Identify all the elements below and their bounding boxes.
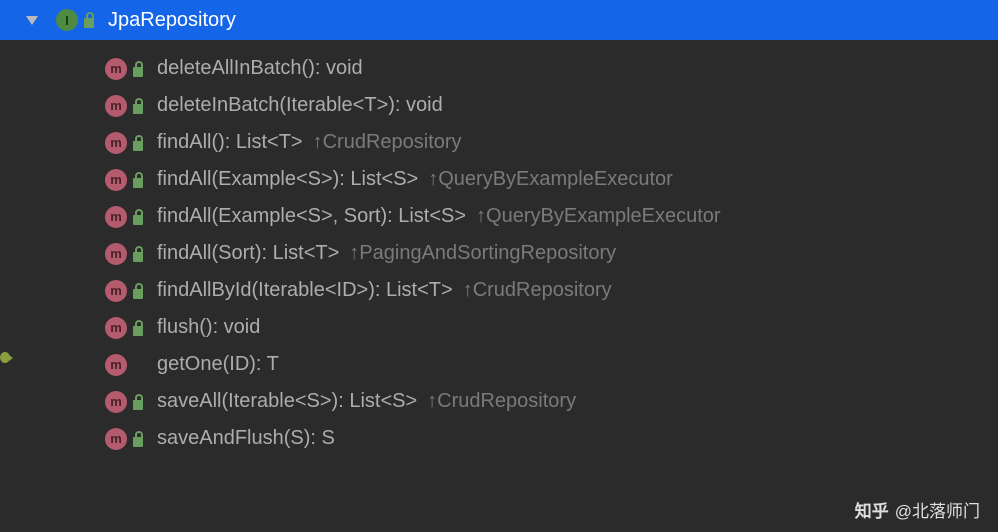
method-signature: saveAndFlush(S): S <box>157 427 335 450</box>
method-row[interactable]: m findAll(Sort): List<T> ↑PagingAndSorting… <box>0 235 998 272</box>
method-signature: findAll(Example<S>): List<S> <box>157 168 418 191</box>
method-icon: m <box>105 206 127 228</box>
method-row[interactable]: m findAll(): List<T> ↑CrudRepository <box>0 124 998 161</box>
method-signature: flush(): void <box>157 316 260 339</box>
lock-icon <box>131 283 145 299</box>
lock-icon <box>131 172 145 188</box>
override-source: ↑QueryByExampleExecutor <box>428 168 673 191</box>
lock-icon <box>131 246 145 262</box>
lock-icon <box>131 320 145 336</box>
method-icon: m <box>105 391 127 413</box>
method-signature: findAll(Example<S>, Sort): List<S> <box>157 205 466 228</box>
override-arrow-icon: ↑ <box>349 242 359 264</box>
method-signature: findAllById(Iterable<ID>): List<T> <box>157 279 453 302</box>
tree-root-row[interactable]: I JpaRepository <box>0 0 998 40</box>
override-source: ↑CrudRepository <box>427 390 576 413</box>
method-signature: deleteInBatch(Iterable<T>): void <box>157 94 443 117</box>
override-source: ↑CrudRepository <box>313 131 462 154</box>
override-arrow-icon: ↑ <box>428 168 438 190</box>
watermark: 知乎 @北落师门 <box>855 497 980 522</box>
override-arrow-icon: ↑ <box>427 390 437 412</box>
method-row[interactable]: m flush(): void <box>0 309 998 346</box>
override-arrow-icon: ↑ <box>476 205 486 227</box>
method-icon: m <box>105 428 127 450</box>
watermark-text: @北落师门 <box>895 497 980 522</box>
method-row[interactable]: m findAll(Example<S>, Sort): List<S> ↑Quer… <box>0 198 998 235</box>
method-row[interactable]: m getOne(ID): T <box>0 346 998 383</box>
lock-icon <box>131 394 145 410</box>
lock-icon <box>131 209 145 225</box>
watermark-logo: 知乎 <box>855 497 889 522</box>
lock-icon <box>131 431 145 447</box>
method-signature: deleteAllInBatch(): void <box>157 57 363 80</box>
method-icon: m <box>105 280 127 302</box>
method-icon: m <box>105 169 127 191</box>
override-source: ↑QueryByExampleExecutor <box>476 205 721 228</box>
override-arrow-icon: ↑ <box>463 279 473 301</box>
interface-name: JpaRepository <box>108 9 236 32</box>
lock-icon <box>131 98 145 114</box>
method-icon: m <box>105 317 127 339</box>
lock-icon <box>131 61 145 77</box>
method-signature: getOne(ID): T <box>157 353 279 376</box>
method-icon: m <box>105 132 127 154</box>
method-row[interactable]: m saveAndFlush(S): S <box>0 420 998 457</box>
method-icon: m <box>105 354 127 376</box>
method-icon: m <box>105 95 127 117</box>
interface-icon: I <box>56 9 78 31</box>
method-icon: m <box>105 58 127 80</box>
lock-icon <box>82 12 96 28</box>
method-row[interactable]: m saveAll(Iterable<S>): List<S> ↑CrudRepos… <box>0 383 998 420</box>
lock-icon <box>131 135 145 151</box>
expand-arrow-icon[interactable] <box>26 16 38 25</box>
override-arrow-icon: ↑ <box>313 131 323 153</box>
override-source: ↑CrudRepository <box>463 279 612 302</box>
method-list: m deleteAllInBatch(): void m deleteInBatch(… <box>0 40 998 457</box>
method-row[interactable]: m deleteInBatch(Iterable<T>): void <box>0 87 998 124</box>
method-row[interactable]: m deleteAllInBatch(): void <box>0 50 998 87</box>
method-signature: findAll(Sort): List<T> <box>157 242 339 265</box>
override-source: ↑PagingAndSortingRepository <box>349 242 616 265</box>
method-icon: m <box>105 243 127 265</box>
method-signature: findAll(): List<T> <box>157 131 303 154</box>
method-row[interactable]: m findAll(Example<S>): List<S> ↑QueryByExa… <box>0 161 998 198</box>
method-signature: saveAll(Iterable<S>): List<S> <box>157 390 417 413</box>
gutter-implements-icon[interactable] <box>0 346 10 368</box>
method-row[interactable]: m findAllById(Iterable<ID>): List<T> ↑Crud… <box>0 272 998 309</box>
